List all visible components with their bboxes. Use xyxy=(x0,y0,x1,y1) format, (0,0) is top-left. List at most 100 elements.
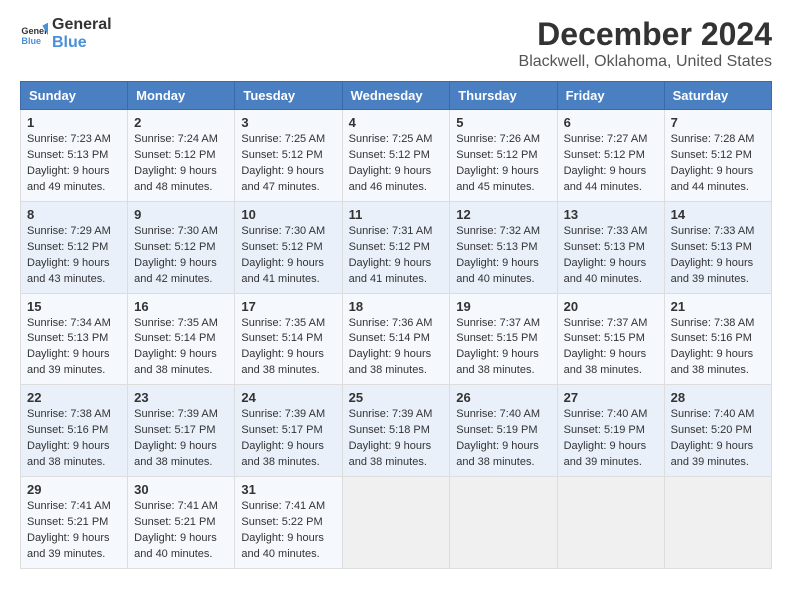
day-info: Sunrise: 7:25 AMSunset: 5:12 PMDaylight:… xyxy=(349,133,433,193)
day-number: 12 xyxy=(456,207,550,222)
day-info: Sunrise: 7:40 AMSunset: 5:20 PMDaylight:… xyxy=(671,408,755,468)
day-number: 29 xyxy=(27,482,121,497)
header: General Blue General Blue December 2024 … xyxy=(20,16,772,71)
col-header-tuesday: Tuesday xyxy=(235,82,342,110)
day-info: Sunrise: 7:41 AMSunset: 5:21 PMDaylight:… xyxy=(134,500,218,560)
title-area: December 2024 Blackwell, Oklahoma, Unite… xyxy=(519,16,772,71)
day-info: Sunrise: 7:27 AMSunset: 5:12 PMDaylight:… xyxy=(564,133,648,193)
day-info: Sunrise: 7:24 AMSunset: 5:12 PMDaylight:… xyxy=(134,133,218,193)
day-number: 27 xyxy=(564,390,658,405)
day-number: 28 xyxy=(671,390,765,405)
day-number: 22 xyxy=(27,390,121,405)
calendar-cell xyxy=(664,477,771,569)
col-header-saturday: Saturday xyxy=(664,82,771,110)
logo-general-text: General xyxy=(52,16,112,34)
day-number: 13 xyxy=(564,207,658,222)
day-info: Sunrise: 7:41 AMSunset: 5:22 PMDaylight:… xyxy=(241,500,325,560)
calendar-cell: 14 Sunrise: 7:33 AMSunset: 5:13 PMDaylig… xyxy=(664,201,771,293)
col-header-friday: Friday xyxy=(557,82,664,110)
logo-icon: General Blue xyxy=(20,20,48,48)
day-info: Sunrise: 7:25 AMSunset: 5:12 PMDaylight:… xyxy=(241,133,325,193)
calendar-cell: 18 Sunrise: 7:36 AMSunset: 5:14 PMDaylig… xyxy=(342,293,450,385)
calendar-cell: 19 Sunrise: 7:37 AMSunset: 5:15 PMDaylig… xyxy=(450,293,557,385)
day-info: Sunrise: 7:33 AMSunset: 5:13 PMDaylight:… xyxy=(671,225,755,285)
day-number: 3 xyxy=(241,115,335,130)
day-info: Sunrise: 7:36 AMSunset: 5:14 PMDaylight:… xyxy=(349,317,433,377)
calendar-cell: 16 Sunrise: 7:35 AMSunset: 5:14 PMDaylig… xyxy=(128,293,235,385)
calendar-cell: 8 Sunrise: 7:29 AMSunset: 5:12 PMDayligh… xyxy=(21,201,128,293)
calendar-cell: 6 Sunrise: 7:27 AMSunset: 5:12 PMDayligh… xyxy=(557,110,664,202)
day-number: 1 xyxy=(27,115,121,130)
subtitle: Blackwell, Oklahoma, United States xyxy=(519,53,772,71)
calendar-table: SundayMondayTuesdayWednesdayThursdayFrid… xyxy=(20,81,772,569)
day-info: Sunrise: 7:41 AMSunset: 5:21 PMDaylight:… xyxy=(27,500,111,560)
day-number: 24 xyxy=(241,390,335,405)
day-number: 25 xyxy=(349,390,444,405)
day-info: Sunrise: 7:23 AMSunset: 5:13 PMDaylight:… xyxy=(27,133,111,193)
week-row-2: 8 Sunrise: 7:29 AMSunset: 5:12 PMDayligh… xyxy=(21,201,772,293)
day-number: 10 xyxy=(241,207,335,222)
calendar-cell: 15 Sunrise: 7:34 AMSunset: 5:13 PMDaylig… xyxy=(21,293,128,385)
day-number: 9 xyxy=(134,207,228,222)
day-info: Sunrise: 7:37 AMSunset: 5:15 PMDaylight:… xyxy=(456,317,540,377)
week-row-5: 29 Sunrise: 7:41 AMSunset: 5:21 PMDaylig… xyxy=(21,477,772,569)
calendar-cell: 9 Sunrise: 7:30 AMSunset: 5:12 PMDayligh… xyxy=(128,201,235,293)
day-info: Sunrise: 7:39 AMSunset: 5:18 PMDaylight:… xyxy=(349,408,433,468)
day-info: Sunrise: 7:33 AMSunset: 5:13 PMDaylight:… xyxy=(564,225,648,285)
day-info: Sunrise: 7:40 AMSunset: 5:19 PMDaylight:… xyxy=(564,408,648,468)
day-number: 21 xyxy=(671,299,765,314)
day-info: Sunrise: 7:35 AMSunset: 5:14 PMDaylight:… xyxy=(134,317,218,377)
calendar-cell: 5 Sunrise: 7:26 AMSunset: 5:12 PMDayligh… xyxy=(450,110,557,202)
col-header-thursday: Thursday xyxy=(450,82,557,110)
day-number: 14 xyxy=(671,207,765,222)
calendar-cell: 26 Sunrise: 7:40 AMSunset: 5:19 PMDaylig… xyxy=(450,385,557,477)
day-number: 5 xyxy=(456,115,550,130)
day-info: Sunrise: 7:37 AMSunset: 5:15 PMDaylight:… xyxy=(564,317,648,377)
week-row-4: 22 Sunrise: 7:38 AMSunset: 5:16 PMDaylig… xyxy=(21,385,772,477)
day-number: 20 xyxy=(564,299,658,314)
day-number: 19 xyxy=(456,299,550,314)
calendar-cell: 13 Sunrise: 7:33 AMSunset: 5:13 PMDaylig… xyxy=(557,201,664,293)
day-number: 30 xyxy=(134,482,228,497)
main-title: December 2024 xyxy=(519,16,772,53)
calendar-header-row: SundayMondayTuesdayWednesdayThursdayFrid… xyxy=(21,82,772,110)
calendar-cell: 17 Sunrise: 7:35 AMSunset: 5:14 PMDaylig… xyxy=(235,293,342,385)
calendar-cell: 11 Sunrise: 7:31 AMSunset: 5:12 PMDaylig… xyxy=(342,201,450,293)
day-number: 17 xyxy=(241,299,335,314)
day-info: Sunrise: 7:40 AMSunset: 5:19 PMDaylight:… xyxy=(456,408,540,468)
day-info: Sunrise: 7:31 AMSunset: 5:12 PMDaylight:… xyxy=(349,225,433,285)
day-number: 18 xyxy=(349,299,444,314)
calendar-cell: 23 Sunrise: 7:39 AMSunset: 5:17 PMDaylig… xyxy=(128,385,235,477)
day-number: 26 xyxy=(456,390,550,405)
day-number: 4 xyxy=(349,115,444,130)
calendar-cell: 12 Sunrise: 7:32 AMSunset: 5:13 PMDaylig… xyxy=(450,201,557,293)
week-row-3: 15 Sunrise: 7:34 AMSunset: 5:13 PMDaylig… xyxy=(21,293,772,385)
calendar-cell: 7 Sunrise: 7:28 AMSunset: 5:12 PMDayligh… xyxy=(664,110,771,202)
calendar-cell: 31 Sunrise: 7:41 AMSunset: 5:22 PMDaylig… xyxy=(235,477,342,569)
day-info: Sunrise: 7:32 AMSunset: 5:13 PMDaylight:… xyxy=(456,225,540,285)
calendar-cell: 27 Sunrise: 7:40 AMSunset: 5:19 PMDaylig… xyxy=(557,385,664,477)
calendar-cell: 29 Sunrise: 7:41 AMSunset: 5:21 PMDaylig… xyxy=(21,477,128,569)
calendar-cell: 2 Sunrise: 7:24 AMSunset: 5:12 PMDayligh… xyxy=(128,110,235,202)
col-header-monday: Monday xyxy=(128,82,235,110)
col-header-sunday: Sunday xyxy=(21,82,128,110)
calendar-cell: 24 Sunrise: 7:39 AMSunset: 5:17 PMDaylig… xyxy=(235,385,342,477)
calendar-cell: 10 Sunrise: 7:30 AMSunset: 5:12 PMDaylig… xyxy=(235,201,342,293)
day-info: Sunrise: 7:35 AMSunset: 5:14 PMDaylight:… xyxy=(241,317,325,377)
day-info: Sunrise: 7:39 AMSunset: 5:17 PMDaylight:… xyxy=(134,408,218,468)
calendar-cell: 3 Sunrise: 7:25 AMSunset: 5:12 PMDayligh… xyxy=(235,110,342,202)
calendar-cell xyxy=(557,477,664,569)
day-info: Sunrise: 7:38 AMSunset: 5:16 PMDaylight:… xyxy=(671,317,755,377)
logo-blue-text: Blue xyxy=(52,34,112,52)
calendar-cell xyxy=(450,477,557,569)
day-number: 11 xyxy=(349,207,444,222)
day-info: Sunrise: 7:34 AMSunset: 5:13 PMDaylight:… xyxy=(27,317,111,377)
calendar-cell: 22 Sunrise: 7:38 AMSunset: 5:16 PMDaylig… xyxy=(21,385,128,477)
calendar-cell xyxy=(342,477,450,569)
calendar-cell: 25 Sunrise: 7:39 AMSunset: 5:18 PMDaylig… xyxy=(342,385,450,477)
day-info: Sunrise: 7:26 AMSunset: 5:12 PMDaylight:… xyxy=(456,133,540,193)
col-header-wednesday: Wednesday xyxy=(342,82,450,110)
calendar-cell: 21 Sunrise: 7:38 AMSunset: 5:16 PMDaylig… xyxy=(664,293,771,385)
day-info: Sunrise: 7:30 AMSunset: 5:12 PMDaylight:… xyxy=(134,225,218,285)
calendar-cell: 4 Sunrise: 7:25 AMSunset: 5:12 PMDayligh… xyxy=(342,110,450,202)
